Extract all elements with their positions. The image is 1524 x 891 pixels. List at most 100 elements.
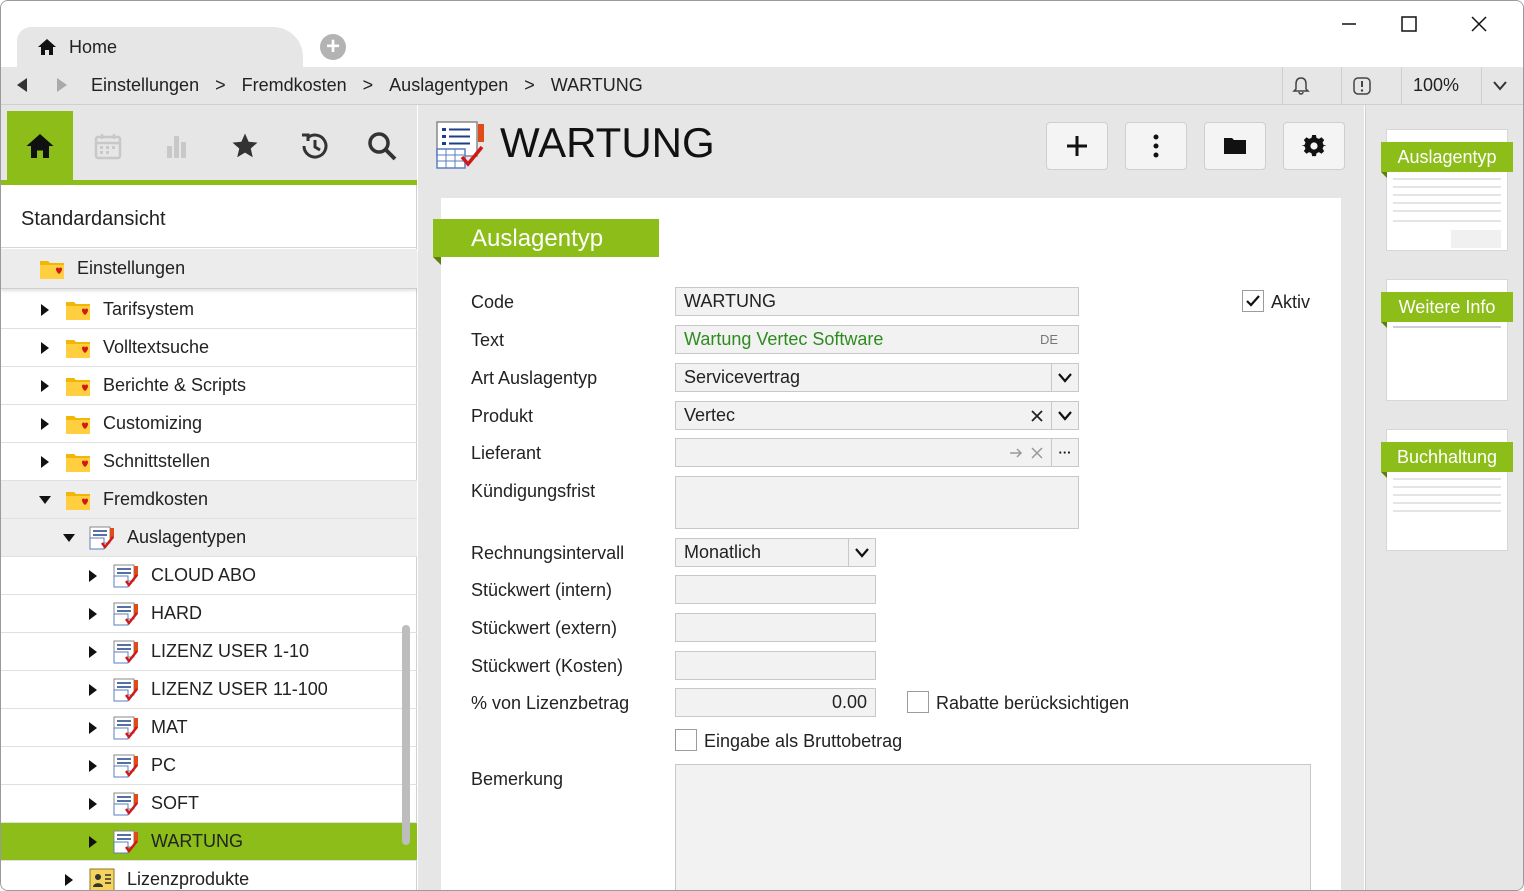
breadcrumb-item[interactable]: Einstellungen	[91, 75, 199, 96]
forward-arrow-icon[interactable]	[55, 77, 69, 93]
sidebar-scrollbar[interactable]	[402, 625, 410, 845]
caret-right-icon[interactable]	[39, 303, 51, 316]
thumbnail-block	[1451, 230, 1501, 248]
calendar-tab-button[interactable]	[75, 111, 141, 180]
lizenzbetrag-input[interactable]: 0.00	[675, 688, 876, 717]
tree-item[interactable]: Volltextsuche	[1, 329, 417, 367]
zoom-level[interactable]: 100%	[1413, 75, 1459, 96]
thumbnail-line	[1393, 202, 1501, 204]
caret-right-icon[interactable]	[87, 645, 99, 658]
tree-item[interactable]: HARD	[1, 595, 417, 633]
add-button[interactable]	[1046, 122, 1108, 170]
history-tab-button[interactable]	[281, 111, 347, 180]
breadcrumb-item[interactable]: Auslagentypen	[389, 75, 508, 96]
home-tab-button[interactable]	[7, 111, 73, 180]
folder-heart-icon	[66, 415, 90, 434]
code-input[interactable]: WARTUNG	[675, 287, 1079, 316]
lieferant-input[interactable]: ···	[675, 438, 1079, 467]
tree-item[interactable]: Tarifsystem	[1, 291, 417, 329]
stueckwert-extern-label: Stückwert (extern)	[471, 618, 618, 638]
bemerkung-textarea[interactable]	[675, 764, 1311, 890]
tree-item[interactable]: WARTUNG	[1, 823, 417, 861]
tree-item[interactable]: Schnittstellen	[1, 443, 417, 481]
art-value: Servicevertrag	[684, 367, 801, 387]
brutto-checkbox[interactable]	[675, 729, 697, 751]
statistics-tab-button[interactable]	[144, 111, 210, 180]
tree-item[interactable]: CLOUD ABO	[1, 557, 417, 595]
caret-right-icon[interactable]	[39, 341, 51, 354]
stueckwert-kosten-input[interactable]	[675, 651, 876, 680]
chevron-down-icon	[1058, 410, 1072, 421]
tree-item[interactable]: PC	[1, 747, 417, 785]
tree-item[interactable]: SOFT	[1, 785, 417, 823]
tree-root[interactable]: Einstellungen	[1, 249, 417, 289]
tree-item[interactable]: LIZENZ USER 11-100	[1, 671, 417, 709]
text-input[interactable]: Wartung Vertec Software DE	[675, 325, 1079, 354]
art-auslagentyp-select[interactable]: Servicevertrag	[675, 363, 1079, 392]
search-tab-button[interactable]	[349, 111, 415, 180]
back-arrow-icon[interactable]	[15, 77, 29, 93]
produkt-select[interactable]: Vertec	[675, 401, 1079, 430]
caret-right-icon[interactable]	[39, 455, 51, 468]
stueckwert-intern-input[interactable]	[675, 575, 876, 604]
caret-right-icon[interactable]	[87, 721, 99, 734]
caret-right-icon[interactable]	[39, 379, 51, 392]
title-bar: Home +	[1, 1, 1523, 67]
aktiv-checkbox[interactable]	[1242, 290, 1264, 312]
folder-button[interactable]	[1204, 122, 1266, 170]
divider	[1401, 67, 1402, 105]
thumbnail-label: Weitere Info	[1381, 292, 1513, 328]
tree-item[interactable]: Berichte & Scripts	[1, 367, 417, 405]
thumbnail-line	[1393, 186, 1501, 188]
favorites-tab-button[interactable]	[212, 111, 278, 180]
alert-icon[interactable]	[1352, 76, 1372, 96]
clear-icon[interactable]	[1031, 409, 1043, 422]
rechnungsintervall-select[interactable]: Monatlich	[675, 538, 876, 567]
dropdown-button[interactable]	[1051, 402, 1078, 429]
caret-right-icon[interactable]	[87, 797, 99, 810]
settings-button[interactable]	[1283, 122, 1345, 170]
thumbnail-line	[1393, 178, 1501, 180]
tree-item[interactable]: Auslagentypen	[1, 519, 417, 557]
caret-down-icon[interactable]	[63, 532, 75, 544]
kuendigungsfrist-textarea[interactable]	[675, 476, 1079, 529]
breadcrumb-item[interactable]: WARTUNG	[551, 75, 643, 96]
tree-item[interactable]: Lizenzprodukte	[1, 861, 417, 890]
clear-icon[interactable]	[1031, 446, 1043, 459]
dropdown-button[interactable]	[848, 539, 875, 566]
tab-home[interactable]: Home	[17, 27, 303, 67]
thumbnail-auslagentyp[interactable]: Auslagentyp	[1381, 129, 1513, 251]
thumbnail-buchhaltung[interactable]: Buchhaltung	[1381, 429, 1513, 551]
caret-down-icon[interactable]	[39, 494, 51, 506]
breadcrumb-item[interactable]: Fremdkosten	[242, 75, 347, 96]
tree-item[interactable]: MAT	[1, 709, 417, 747]
more-options-button[interactable]	[1125, 122, 1187, 170]
rabatte-checkbox[interactable]	[907, 691, 929, 713]
dropdown-button[interactable]	[1051, 364, 1078, 391]
tree-item[interactable]: Fremdkosten	[1, 481, 417, 519]
caret-right-icon[interactable]	[63, 873, 75, 886]
caret-right-icon[interactable]	[87, 759, 99, 772]
bell-icon[interactable]	[1291, 76, 1311, 96]
tree-item-label: Customizing	[103, 413, 203, 433]
bar-chart-icon	[167, 135, 186, 158]
arrow-right-icon[interactable]	[1009, 447, 1023, 459]
caret-right-icon[interactable]	[39, 417, 51, 430]
tree-item[interactable]: Customizing	[1, 405, 417, 443]
tree-item-label: Auslagentypen	[127, 527, 247, 547]
new-tab-button[interactable]: +	[320, 34, 346, 60]
ellipsis-button[interactable]: ···	[1051, 439, 1078, 466]
chevron-down-icon[interactable]	[1492, 80, 1508, 92]
minimize-button[interactable]	[1334, 9, 1364, 39]
caret-right-icon[interactable]	[87, 683, 99, 696]
maximize-button[interactable]	[1394, 9, 1424, 39]
caret-right-icon[interactable]	[87, 607, 99, 620]
caret-right-icon[interactable]	[87, 569, 99, 582]
product-card-icon	[89, 868, 115, 890]
thumbnail-weitere-info[interactable]: Weitere Info	[1381, 279, 1513, 401]
stueckwert-extern-input[interactable]	[675, 613, 876, 642]
close-window-button[interactable]	[1464, 9, 1494, 39]
tree-item[interactable]: LIZENZ USER 1-10	[1, 633, 417, 671]
caret-right-icon[interactable]	[87, 835, 99, 848]
view-selector[interactable]: Standardansicht	[1, 190, 417, 248]
